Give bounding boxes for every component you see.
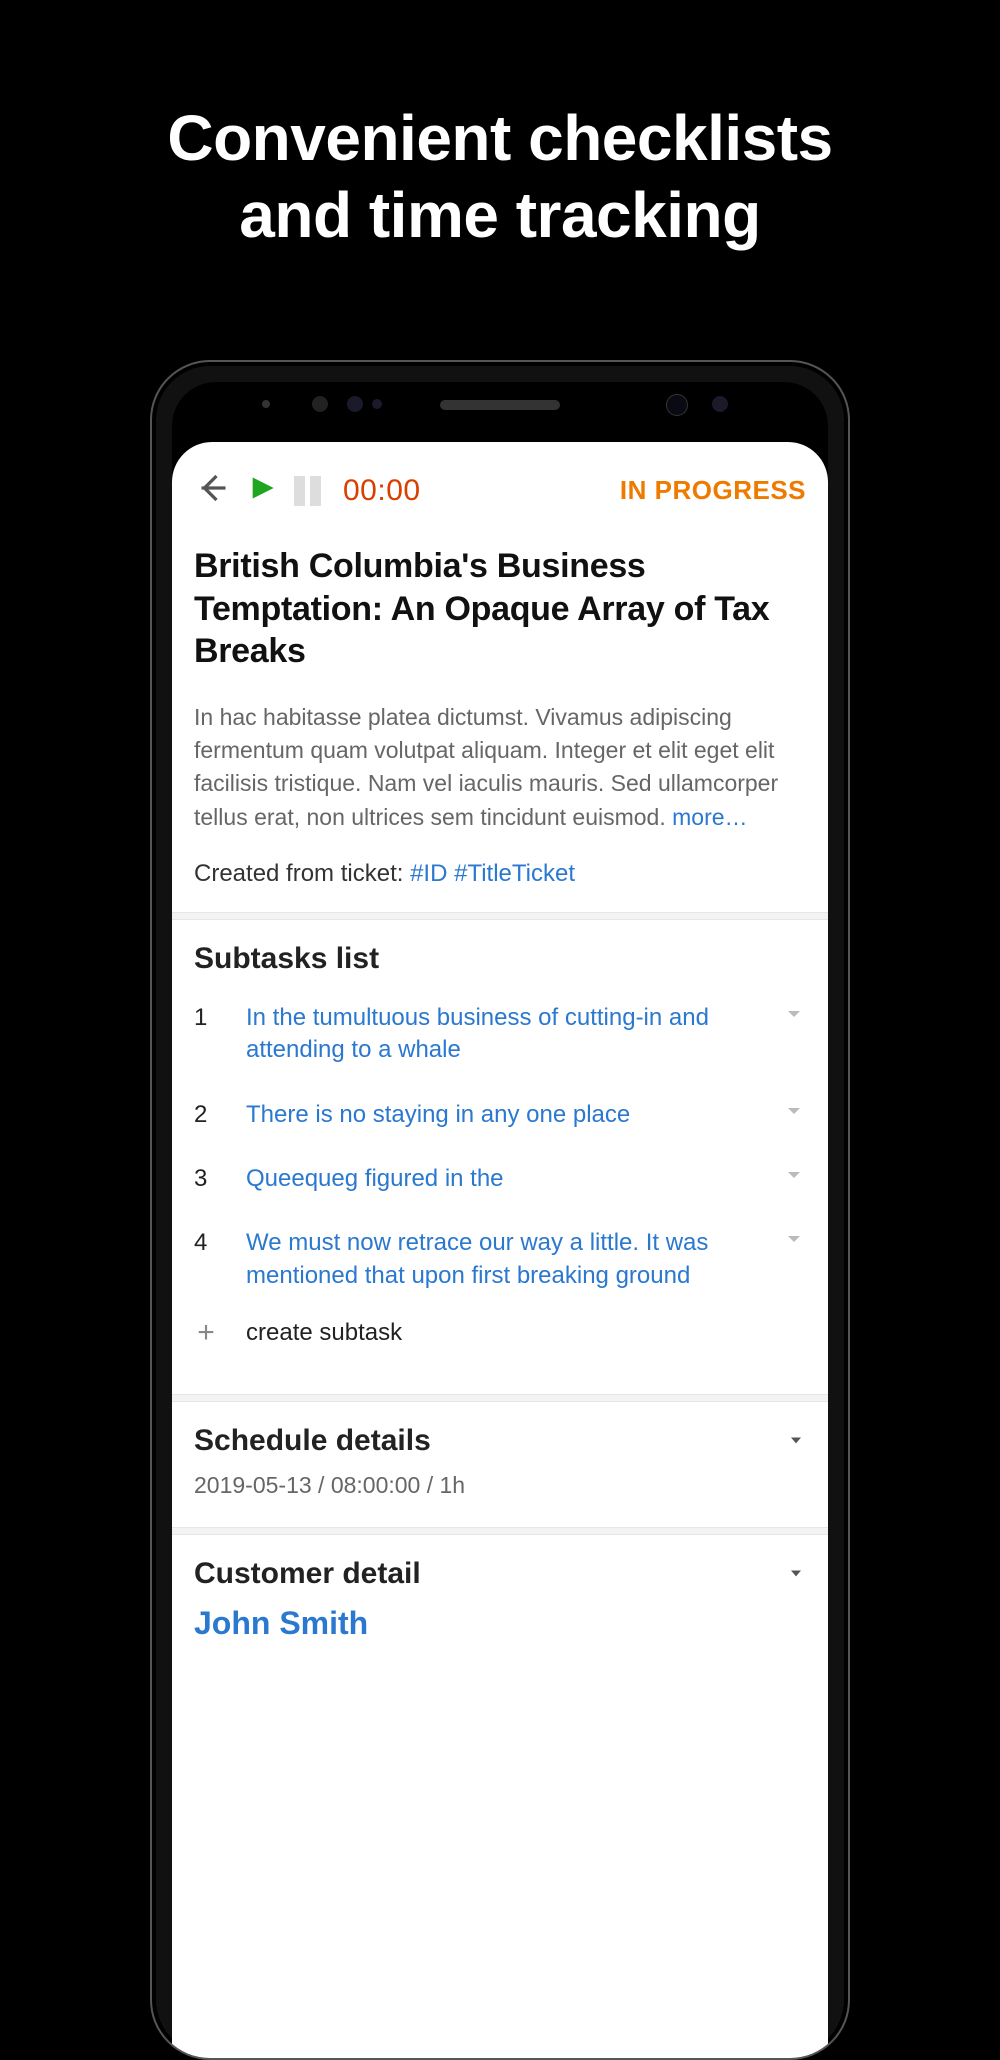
customer-heading-row[interactable]: Customer detail: [194, 1557, 806, 1591]
subtask-number: 2: [194, 1099, 218, 1129]
subtask-row[interactable]: 3 Queequeg figured in the: [194, 1147, 806, 1211]
ticket-id-link[interactable]: #ID: [410, 860, 447, 887]
ticket-title-link[interactable]: #TitleTicket: [454, 860, 575, 887]
subtasks-heading: Subtasks list: [194, 942, 806, 976]
device-statusbar: [172, 382, 828, 432]
chevron-down-icon[interactable]: [782, 1099, 806, 1128]
app-screen: 00:00 IN PROGRESS British Columbia's Bus…: [172, 442, 828, 2058]
subtask-text: Queequeg figured in the: [246, 1163, 754, 1195]
chevron-down-icon[interactable]: [782, 1002, 806, 1031]
more-link[interactable]: more…: [672, 804, 747, 830]
subtask-text: In the tumultuous business of cutting-in…: [246, 1002, 754, 1067]
pause-icon[interactable]: [294, 476, 321, 506]
subtask-text: There is no staying in any one place: [246, 1099, 754, 1131]
subtask-row[interactable]: 4 We must now retrace our way a little. …: [194, 1211, 806, 1308]
subtasks-list: 1 In the tumultuous business of cutting-…: [194, 986, 806, 1370]
subtask-text: We must now retrace our way a little. It…: [246, 1227, 754, 1292]
triangle-down-icon: [786, 1557, 806, 1591]
hero-line-2: and time tracking: [0, 177, 1000, 254]
subtask-number: 1: [194, 1002, 218, 1032]
triangle-down-icon: [786, 1424, 806, 1458]
phone-frame: 00:00 IN PROGRESS British Columbia's Bus…: [150, 360, 850, 2060]
subtask-number: 3: [194, 1163, 218, 1193]
plus-icon: +: [194, 1316, 218, 1350]
task-description: In hac habitasse platea dictumst. Vivamu…: [194, 701, 806, 834]
top-bar: 00:00 IN PROGRESS: [172, 442, 828, 521]
created-prefix: Created from ticket:: [194, 860, 410, 887]
chevron-down-icon[interactable]: [782, 1227, 806, 1256]
subtask-row[interactable]: 2 There is no staying in any one place: [194, 1083, 806, 1147]
task-title: British Columbia's Business Temptation: …: [194, 545, 806, 673]
timer-value: 00:00: [343, 474, 421, 508]
schedule-heading: Schedule details: [194, 1424, 431, 1458]
hero-heading: Convenient checklists and time tracking: [0, 0, 1000, 254]
section-divider: [172, 1527, 828, 1535]
subtask-row[interactable]: 1 In the tumultuous business of cutting-…: [194, 986, 806, 1083]
customer-heading: Customer detail: [194, 1557, 421, 1591]
back-icon[interactable]: [194, 470, 230, 511]
section-divider: [172, 1394, 828, 1402]
create-subtask-row[interactable]: + create subtask: [194, 1308, 806, 1370]
create-subtask-label: create subtask: [246, 1319, 402, 1347]
hero-line-1: Convenient checklists: [0, 100, 1000, 177]
subtask-number: 4: [194, 1227, 218, 1257]
section-divider: [172, 912, 828, 920]
schedule-line: 2019-05-13 / 08:00:00 / 1h: [194, 1472, 806, 1499]
schedule-heading-row[interactable]: Schedule details: [194, 1424, 806, 1458]
status-badge: IN PROGRESS: [620, 475, 806, 506]
chevron-down-icon[interactable]: [782, 1163, 806, 1192]
created-from-ticket: Created from ticket: #ID #TitleTicket: [194, 860, 806, 888]
customer-name-link[interactable]: John Smith: [194, 1605, 806, 1642]
subtasks-heading-label: Subtasks list: [194, 942, 379, 976]
play-icon[interactable]: [248, 474, 276, 507]
